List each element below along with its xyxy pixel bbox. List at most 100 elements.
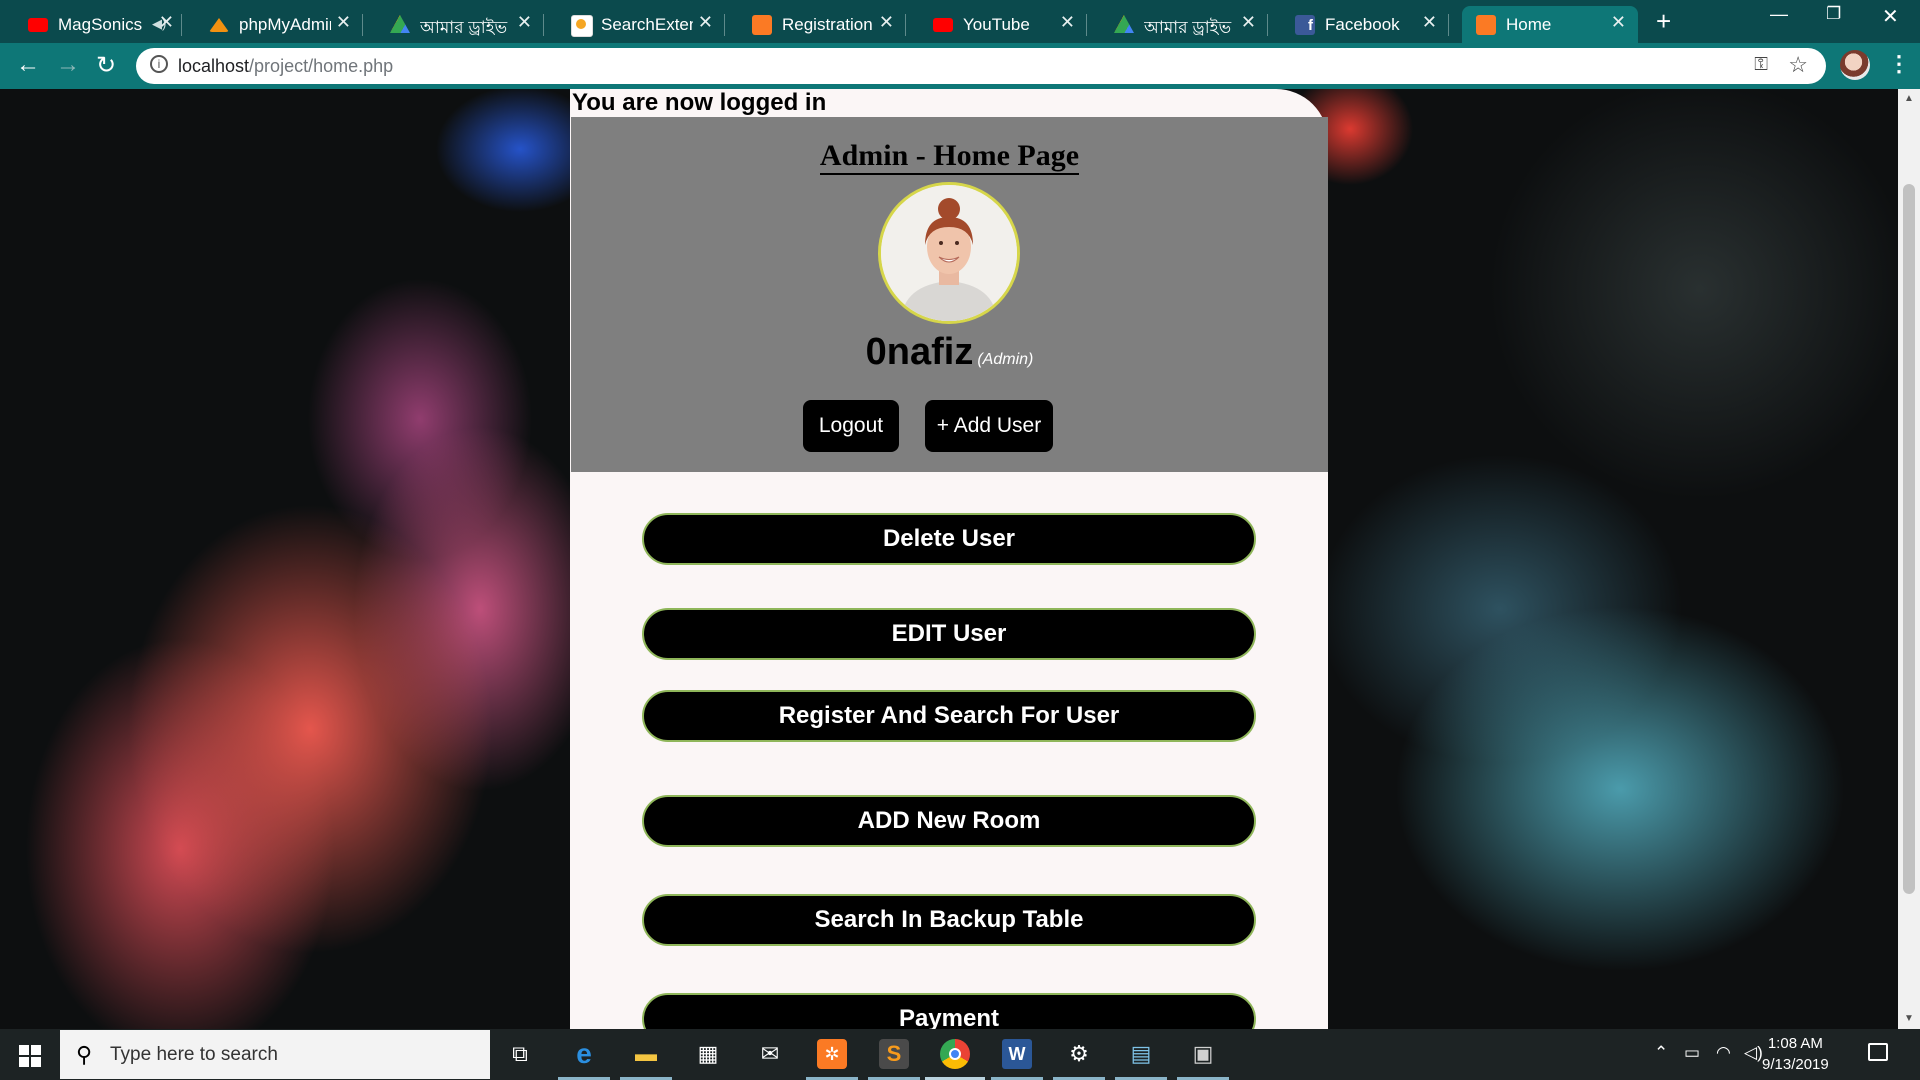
tab-google-drive[interactable]: আমার ড্রাইভ - Google Drive ✕ [376, 6, 544, 43]
key-icon[interactable]: ⚿ [1754, 54, 1768, 75]
forward-arrow-icon[interactable]: → [56, 51, 80, 79]
address-bar[interactable]: i localhost/project/home.php ⚿ ☆ [136, 48, 1826, 84]
tab-separator [1267, 14, 1268, 36]
reload-icon[interactable]: ↻ [96, 51, 116, 80]
profile-avatar[interactable] [1840, 50, 1870, 80]
clock-time: 1:08 AM [1767, 1035, 1823, 1052]
new-tab-button[interactable]: + [1656, 6, 1671, 37]
youtube-icon [28, 18, 48, 32]
browser-toolbar: ← → ↻ i localhost/project/home.php ⚿ ☆ ⋮ [0, 43, 1920, 89]
close-icon[interactable]: ✕ [1241, 12, 1256, 33]
mail-icon[interactable]: ✉ [755, 1039, 785, 1069]
xampp-icon [1476, 15, 1496, 35]
tab-title: আমার ড্রাইভ - Google Drive [1144, 18, 1236, 37]
tab-google-drive-2[interactable]: আমার ড্রাইভ - Google Drive ✕ [1100, 6, 1268, 43]
tab-title: MagSonics [58, 15, 143, 34]
google-drive-icon [1114, 15, 1134, 33]
url-path: /project/home.php [249, 56, 394, 76]
close-window-button[interactable]: ✕ [1882, 4, 1899, 29]
avatar-portrait [881, 185, 1017, 321]
tab-facebook[interactable]: f Facebook ✕ [1281, 6, 1449, 43]
windows-start-icon[interactable] [19, 1045, 41, 1067]
page-title-text: Admin - Home Page [819, 139, 1080, 175]
menu-kebab-icon[interactable]: ⋮ [1888, 51, 1910, 77]
tab-separator [1086, 14, 1087, 36]
notification-icon[interactable] [1868, 1043, 1888, 1061]
edge-icon[interactable]: e [569, 1039, 599, 1069]
payment-button[interactable]: Payment [642, 993, 1256, 1029]
clock-date: 9/13/2019 [1762, 1056, 1829, 1073]
login-status-text: You are now logged in [572, 89, 827, 116]
url-host: localhost [178, 56, 250, 76]
xampp-icon[interactable]: ✲ [817, 1039, 847, 1069]
close-icon[interactable]: ✕ [1611, 12, 1626, 33]
close-icon[interactable]: ✕ [1422, 12, 1437, 33]
sublime-text-icon[interactable]: S [879, 1039, 909, 1069]
phpmyadmin-icon [209, 18, 229, 32]
task-view-icon[interactable]: ⧉ [505, 1039, 535, 1069]
tab-youtube[interactable]: YouTube ✕ [919, 6, 1087, 43]
scrollbar-thumb[interactable] [1903, 184, 1915, 894]
word-icon[interactable]: W [1002, 1039, 1032, 1069]
tab-registration[interactable]: Registration ✕ [738, 6, 906, 43]
tab-separator [362, 14, 363, 36]
delete-user-button[interactable]: Delete User [642, 513, 1256, 565]
xampp-icon [752, 15, 772, 35]
taskbar-search-box[interactable]: ⚲ Type here to search [60, 1030, 490, 1079]
add-user-button[interactable]: + Add User [925, 400, 1053, 452]
scroll-down-arrow-icon[interactable]: ▼ [1904, 1013, 1914, 1024]
wifi-icon[interactable]: ◠ [1716, 1043, 1731, 1063]
info-icon[interactable]: i [150, 55, 168, 73]
search-placeholder: Type here to search [110, 1044, 278, 1065]
logout-button[interactable]: Logout [803, 400, 899, 452]
page-viewport: You are now logged in Admin - Home Page [0, 89, 1898, 1029]
edit-user-button[interactable]: EDIT User [642, 608, 1256, 660]
add-new-room-button[interactable]: ADD New Room [642, 795, 1256, 847]
settings-gear-icon[interactable]: ⚙ [1064, 1039, 1094, 1069]
app-window-icon[interactable]: ▣ [1188, 1039, 1218, 1069]
vertical-scrollbar[interactable]: ▲ ▼ [1898, 89, 1920, 1029]
windows-taskbar: ⚲ Type here to search ⧉ e ▬ ▦ ✉ ✲ S W ⚙ … [0, 1029, 1920, 1080]
scroll-up-arrow-icon[interactable]: ▲ [1904, 93, 1914, 104]
battery-icon[interactable]: ▭ [1684, 1043, 1700, 1063]
search-icon: ⚲ [76, 1042, 93, 1067]
close-icon[interactable]: ✕ [517, 12, 532, 33]
url-text[interactable]: localhost/project/home.php [178, 56, 393, 77]
close-icon[interactable]: ✕ [879, 12, 894, 33]
profile-header: Admin - Home Page 0nafiz(Admin) Logout [571, 117, 1328, 472]
chevron-up-icon[interactable]: ⌃ [1654, 1043, 1668, 1063]
search-backup-table-button[interactable]: Search In Backup Table [642, 894, 1256, 946]
close-icon[interactable]: ✕ [698, 12, 713, 33]
chrome-icon[interactable] [940, 1039, 970, 1069]
close-icon[interactable]: ✕ [1060, 12, 1075, 33]
store-icon[interactable]: ▦ [693, 1039, 723, 1069]
volume-icon[interactable]: ◁) [1744, 1043, 1763, 1063]
facebook-icon: f [1295, 15, 1315, 35]
tab-title: phpMyAdmin [239, 15, 331, 34]
google-drive-icon [390, 15, 410, 33]
back-arrow-icon[interactable]: ← [16, 51, 40, 79]
minimize-button[interactable]: — [1770, 4, 1788, 25]
tab-title: SearchExtension [601, 15, 693, 34]
extension-icon [571, 15, 593, 37]
tab-phpmyadmin[interactable]: phpMyAdmin ✕ [195, 6, 363, 43]
tab-searchextension[interactable]: SearchExtension ✕ [557, 6, 725, 43]
tab-home[interactable]: Home ✕ [1462, 6, 1638, 43]
file-explorer-icon[interactable]: ▬ [631, 1039, 661, 1069]
tab-title: আমার ড্রাইভ - Google Drive [420, 18, 512, 37]
tab-title: YouTube [963, 15, 1030, 34]
tab-magsonics[interactable]: MagSonics ◀) ✕ [14, 6, 182, 43]
user-role: (Admin) [977, 351, 1034, 368]
bookmark-star-icon[interactable]: ☆ [1788, 52, 1808, 78]
tab-title: Facebook [1325, 15, 1400, 34]
register-search-user-button[interactable]: Register And Search For User [642, 690, 1256, 742]
restore-button[interactable]: ❐ [1826, 4, 1841, 24]
username: 0nafiz [865, 331, 974, 373]
youtube-icon [933, 18, 953, 32]
control-panel-icon[interactable]: ▤ [1126, 1039, 1156, 1069]
close-icon[interactable]: ✕ [159, 12, 174, 33]
close-icon[interactable]: ✕ [336, 12, 351, 33]
admin-card: You are now logged in Admin - Home Page [570, 89, 1328, 1029]
system-clock[interactable]: 1:08 AM 9/13/2019 [1762, 1033, 1829, 1075]
tab-separator [543, 14, 544, 36]
